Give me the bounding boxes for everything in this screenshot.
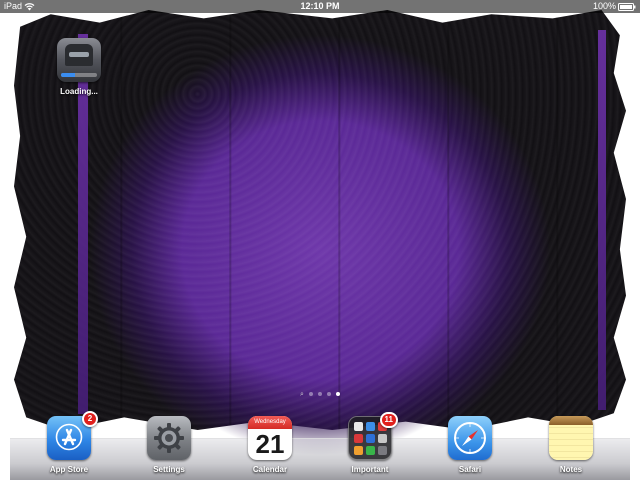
- mini-app-icon: [365, 433, 375, 443]
- app-store-icon: 2: [47, 411, 98, 460]
- dock-label: Important: [351, 465, 389, 474]
- status-bar: iPad 12:10 PM 100%: [0, 0, 640, 13]
- mini-app-icon: [365, 421, 375, 431]
- dock-item-app-store[interactable]: 2 App Store: [39, 411, 99, 474]
- mini-app-icon: [353, 445, 363, 455]
- page-dot[interactable]: [326, 392, 331, 396]
- page-indicator[interactable]: ⌕: [0, 390, 640, 398]
- page-dot[interactable]: [317, 392, 322, 396]
- notification-badge: 2: [82, 411, 98, 427]
- dock-label: Calendar: [252, 465, 288, 474]
- wallpaper-stripe: [598, 30, 606, 410]
- calendar-icon: Wednesday 21: [248, 416, 292, 460]
- dock-label: Safari: [458, 465, 482, 474]
- page-dot[interactable]: [308, 392, 313, 396]
- app-label: Loading...: [60, 87, 98, 96]
- loading-progress-fill: [61, 73, 76, 77]
- calendar-day: 21: [255, 429, 285, 459]
- notification-badge: 11: [379, 412, 398, 428]
- dock-label: Notes: [559, 465, 583, 474]
- mini-app-icon: [365, 445, 375, 455]
- grunge-texture: [14, 10, 626, 430]
- gear-icon: [147, 416, 191, 460]
- dock-item-notes[interactable]: Notes: [541, 416, 601, 474]
- battery-icon: [618, 3, 636, 11]
- dock-label: App Store: [49, 465, 89, 474]
- mini-app-icon: [377, 433, 387, 443]
- loading-progress-bar: [61, 73, 97, 77]
- loading-app[interactable]: Loading...: [56, 38, 102, 96]
- dock: 2 App Store Settings Wednesday 21 Calend…: [0, 411, 640, 480]
- page-dot-current[interactable]: [335, 392, 340, 396]
- calendar-weekday: Wednesday: [248, 416, 292, 429]
- folder-icon: 11: [348, 412, 398, 460]
- battery-percentage: 100%: [592, 1, 616, 11]
- dock-label: Settings: [153, 465, 185, 474]
- dock-item-calendar[interactable]: Wednesday 21 Calendar: [240, 416, 300, 474]
- mini-app-icon: [377, 445, 387, 455]
- dock-item-safari[interactable]: Safari: [440, 416, 500, 474]
- dock-item-important-folder[interactable]: 11 Important: [340, 412, 400, 474]
- compass-icon: [448, 416, 492, 460]
- mini-app-icon: [353, 433, 363, 443]
- notes-icon: [549, 416, 593, 460]
- search-icon[interactable]: ⌕: [300, 391, 304, 398]
- notes-binding: [549, 416, 593, 425]
- mini-app-icon: [353, 421, 363, 431]
- dock-item-settings[interactable]: Settings: [139, 416, 199, 474]
- clock: 12:10 PM: [300, 1, 340, 11]
- game-app-icon: [57, 38, 101, 82]
